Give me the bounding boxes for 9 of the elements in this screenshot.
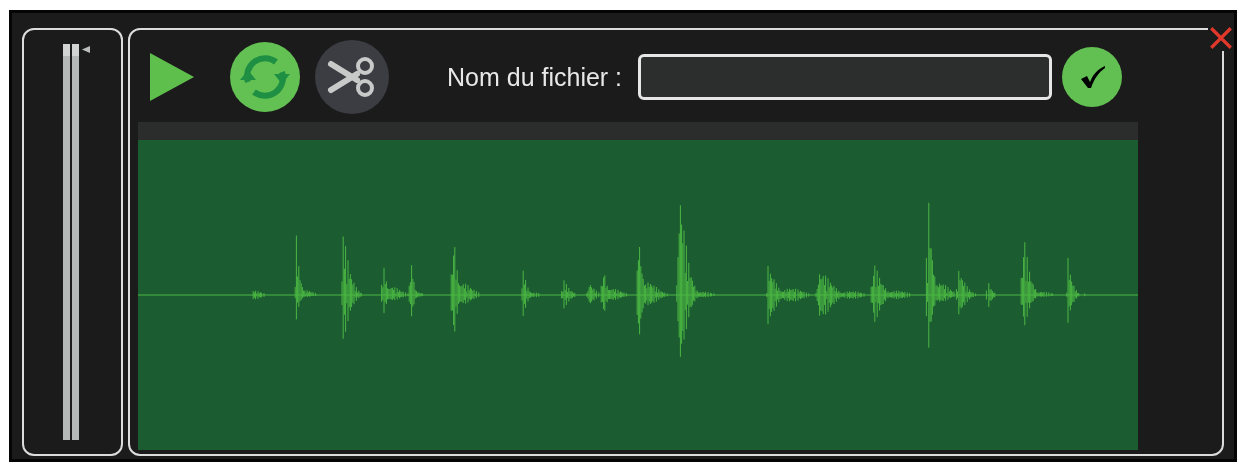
refresh-icon	[230, 42, 300, 112]
filename-field[interactable]	[638, 54, 1053, 100]
play-icon	[148, 53, 196, 101]
filename-label: Nom du fichier :	[447, 62, 623, 92]
loop-button[interactable]	[230, 42, 300, 112]
play-button[interactable]	[148, 53, 196, 101]
volume-slider[interactable]	[63, 44, 90, 440]
slider-thumb[interactable]	[63, 44, 90, 56]
scissors-icon	[315, 40, 389, 114]
